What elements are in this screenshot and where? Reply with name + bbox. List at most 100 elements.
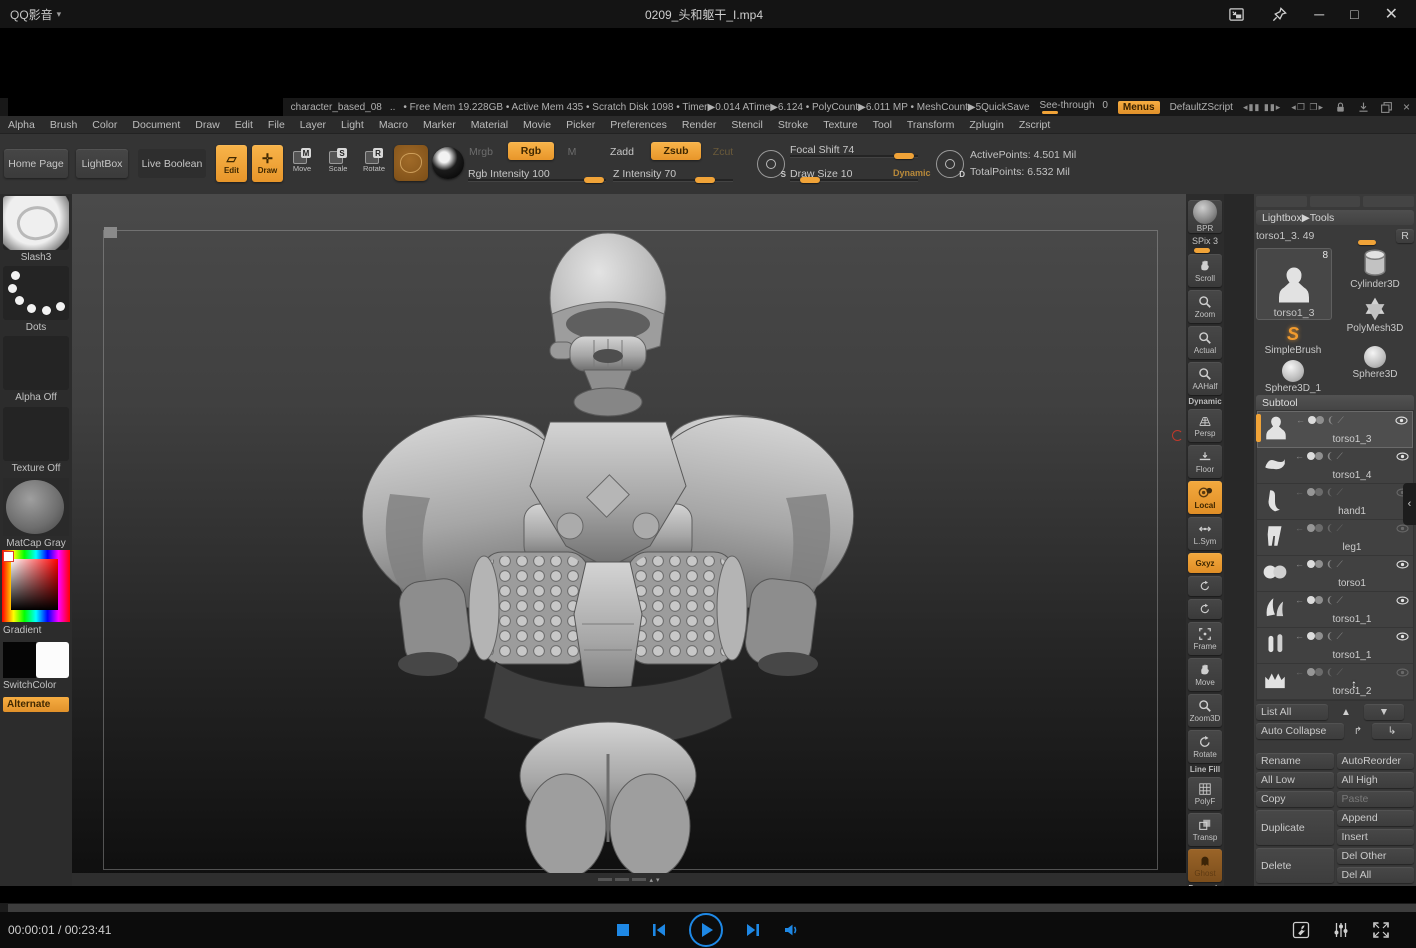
play-button[interactable] — [689, 913, 723, 947]
sculpt-icon[interactable]: ⟋ — [1337, 667, 1343, 678]
menu-tool[interactable]: Tool — [873, 119, 892, 131]
menu-document[interactable]: Document — [132, 119, 180, 131]
previous-button[interactable] — [651, 922, 667, 938]
toggle-on-icon[interactable] — [1307, 524, 1315, 532]
paint-icon[interactable]: ❨ — [1326, 595, 1334, 606]
home-page-button[interactable]: Home Page — [4, 149, 68, 178]
r-button[interactable]: R — [1396, 229, 1414, 243]
subtool-row[interactable]: ←❨⟋ torso1_3 — [1257, 411, 1413, 448]
alpha-thumbnail[interactable] — [3, 336, 69, 390]
subtool-row[interactable]: ←❨⟋ leg1 — [1257, 520, 1413, 556]
current-material-sphere[interactable] — [432, 147, 464, 179]
auto-collapse-button[interactable]: Auto Collapse — [1256, 723, 1344, 739]
menu-stroke[interactable]: Stroke — [778, 119, 808, 131]
rgb-intensity-slider[interactable]: Rgb Intensity 100 — [468, 164, 606, 181]
toggle-on-icon[interactable] — [1307, 452, 1315, 460]
matcap-thumbnail[interactable] — [3, 478, 69, 536]
gxyz-button[interactable]: Gxyz — [1188, 553, 1222, 573]
draw-size-handle[interactable] — [800, 177, 820, 183]
scroll-button[interactable]: Scroll — [1188, 254, 1222, 287]
toggle-on-icon[interactable] — [1308, 416, 1316, 424]
stroke-type-icon[interactable]: S — [757, 150, 785, 178]
focal-shift-handle[interactable] — [894, 153, 914, 159]
subtool-row[interactable]: ←❨⟋ torso1_1 — [1257, 592, 1413, 628]
tool-item-polymesh3d[interactable]: PolyMesh3D — [1338, 296, 1412, 334]
menu-light[interactable]: Light — [341, 119, 364, 131]
lock-icon[interactable] — [1334, 101, 1347, 114]
sculpt-model[interactable] — [72, 194, 1186, 886]
lsym-button[interactable]: L.Sym — [1188, 517, 1222, 550]
rgb-button[interactable]: Rgb — [508, 142, 554, 160]
subtool-row[interactable]: ←❨⟋ torso1_1 — [1257, 628, 1413, 664]
paint-icon[interactable]: ❨ — [1326, 559, 1334, 570]
paint-icon[interactable]: ❨ — [1326, 487, 1334, 498]
current-tool-row[interactable]: torso1_3. 49 R — [1256, 227, 1414, 245]
toggle-off-icon[interactable] — [1315, 632, 1323, 640]
subtool-row[interactable]: ←❨⟋ hand1 — [1257, 484, 1413, 520]
paint-icon[interactable]: ❨ — [1326, 523, 1334, 534]
spix-slider[interactable]: SPix 3 — [1188, 236, 1222, 251]
rgb-intensity-handle[interactable] — [584, 177, 604, 183]
toggle-on-icon[interactable] — [1307, 560, 1315, 568]
sculpt-icon[interactable]: ⟋ — [1337, 487, 1343, 498]
toggle-on-icon[interactable] — [1307, 668, 1315, 676]
stroke-swatch[interactable]: Slash3 — [3, 196, 69, 263]
paint-icon[interactable]: ❨ — [1327, 415, 1335, 426]
arrow-icon[interactable]: ← — [1295, 631, 1304, 641]
windows-icon[interactable] — [1380, 101, 1393, 114]
insert-button[interactable]: Insert — [1337, 829, 1415, 845]
paint-icon[interactable]: ❨ — [1326, 451, 1334, 462]
actual-button[interactable]: Actual — [1188, 326, 1222, 359]
sculpt-icon[interactable]: ⟋ — [1337, 559, 1343, 570]
toggle-on-icon[interactable] — [1307, 632, 1315, 640]
tool-item-selected[interactable]: 8 torso1_3 — [1256, 248, 1332, 320]
toggle-off-icon[interactable] — [1315, 668, 1323, 676]
toggle-off-icon[interactable] — [1315, 488, 1323, 496]
minimize-button[interactable]: ─ — [1314, 6, 1324, 22]
eye-icon[interactable] — [1396, 452, 1409, 461]
tool-item-simplebrush[interactable]: S SimpleBrush — [1256, 324, 1330, 356]
see-through-slider[interactable]: See-through 0 — [1040, 100, 1108, 114]
menu-draw[interactable]: Draw — [195, 119, 220, 131]
spix-handle[interactable] — [1194, 248, 1210, 253]
panel-divider[interactable] — [1224, 194, 1254, 886]
menu-zscript[interactable]: Zscript — [1019, 119, 1051, 131]
palette-scroll-icons[interactable]: ◂❐ ❐▸ — [1291, 102, 1324, 113]
dynamic-draw-size-label[interactable]: Dynamic — [893, 168, 931, 178]
zadd-button[interactable]: Zadd — [602, 143, 642, 160]
subtool-row[interactable]: ←❨⟋ torso1 — [1257, 556, 1413, 592]
rotate3d-button[interactable]: Rotate — [1188, 730, 1222, 763]
stroke-dots-swatch[interactable]: Dots — [3, 266, 69, 333]
move-button[interactable]: M Move — [289, 148, 315, 178]
ghost-button[interactable]: Ghost — [1188, 849, 1222, 882]
edit-button[interactable]: ▱ Edit — [216, 145, 247, 182]
menu-edit[interactable]: Edit — [235, 119, 253, 131]
toggle-off-icon[interactable] — [1315, 560, 1323, 568]
dots-thumbnail[interactable] — [3, 266, 69, 320]
see-through-handle[interactable] — [1042, 111, 1058, 114]
switch-color[interactable]: SwitchColor — [3, 642, 69, 691]
spin-z-button[interactable] — [1188, 599, 1222, 619]
settings-button[interactable] — [1332, 921, 1350, 939]
floor-button[interactable]: Floor — [1188, 445, 1222, 478]
arrow-icon[interactable]: ← — [1295, 451, 1304, 461]
m-button[interactable]: M — [560, 143, 584, 160]
menu-macro[interactable]: Macro — [379, 119, 408, 131]
polyframe-button[interactable]: PolyF — [1188, 777, 1222, 810]
sculpt-icon[interactable]: ⟋ — [1337, 631, 1343, 642]
tool-item-sphere3d[interactable]: Sphere3D — [1338, 346, 1412, 380]
zoom-button[interactable]: Zoom — [1188, 290, 1222, 323]
del-all-button[interactable]: Del All — [1337, 867, 1415, 883]
menu-picker[interactable]: Picker — [566, 119, 595, 131]
subtool-up-button[interactable]: ▲ — [1331, 705, 1361, 720]
subtool-down-button[interactable]: ▼ — [1364, 704, 1404, 720]
canvas-scrollbar[interactable]: ▴ ▾ — [72, 873, 1186, 886]
arrow-icon[interactable]: ← — [1295, 487, 1304, 497]
tool-item-sphere3d-1[interactable]: Sphere3D_1 — [1256, 360, 1330, 394]
sculpt-icon[interactable]: ⟋ — [1337, 523, 1343, 534]
subtool-row[interactable]: ←❨⟋ torso1_2 ↕ — [1257, 664, 1413, 700]
all-low-button[interactable]: All Low — [1256, 772, 1334, 788]
z-intensity-slider[interactable]: Z Intensity 70 — [613, 164, 733, 181]
arrow-icon[interactable]: ← — [1295, 559, 1304, 569]
spin-r-button[interactable] — [1188, 576, 1222, 596]
